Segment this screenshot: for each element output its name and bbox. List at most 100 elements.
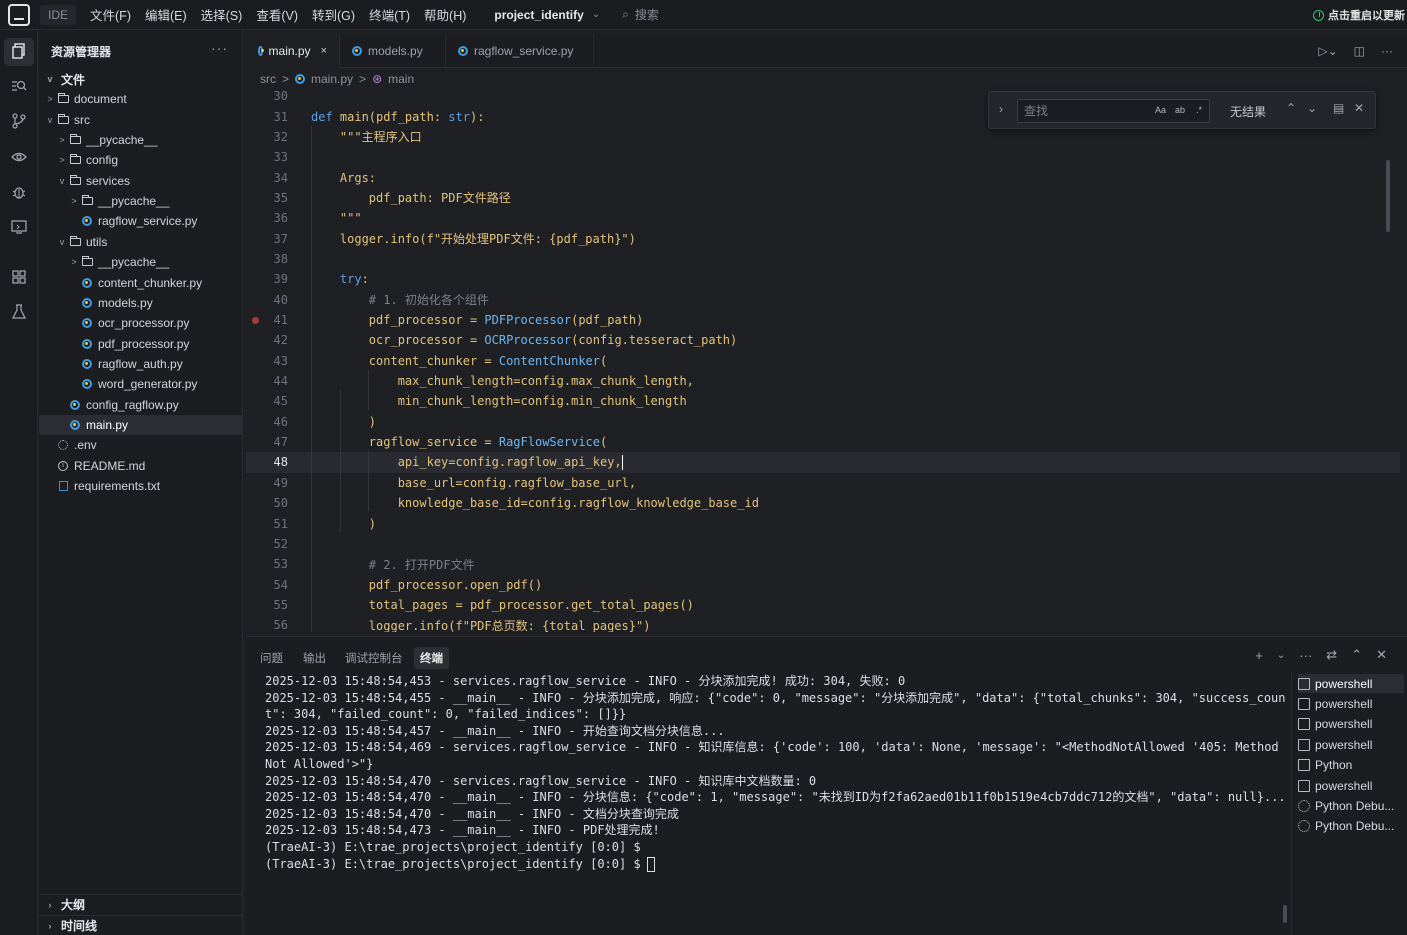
code-line[interactable]: 32 """主程序入口 [246,127,1400,147]
source-control-icon[interactable] [9,111,29,131]
code-line[interactable]: 38 [246,249,1400,269]
menu-terminal[interactable]: 终端(T) [369,5,410,24]
tab-terminal[interactable]: 终端 [414,647,449,669]
chevron-right-icon[interactable]: › [999,102,1003,116]
close-icon[interactable]: ✕ [1376,647,1387,663]
code-line[interactable]: 35 pdf_path: PDF文件路径 [246,188,1400,208]
code-line[interactable]: 54 pdf_processor.open_pdf() [246,574,1400,594]
code-line[interactable]: 50 knowledge_base_id=config.ragflow_know… [246,493,1400,513]
terminal-instance[interactable]: Python Debu... [1298,796,1404,815]
code-line[interactable]: 40 # 1. 初始化各个组件 [246,290,1400,310]
terminal-instance[interactable]: Python [1298,756,1404,775]
maximize-panel-icon[interactable]: ⌃ [1351,647,1362,663]
section-files[interactable]: v 文件 [39,69,242,89]
folder-item[interactable]: > __pycache__ [39,252,242,272]
menu-go[interactable]: 转到(G) [312,5,355,24]
project-switcher[interactable]: project_identify [494,8,583,22]
menu-help[interactable]: 帮助(H) [424,5,466,24]
folder-item[interactable]: > __pycache__ [39,130,242,150]
file-item[interactable]: config_ragflow.py [39,395,242,415]
previous-match-icon[interactable]: ⌃ [1286,101,1296,115]
code-line[interactable]: 49 base_url=config.ragflow_base_url, [246,473,1400,493]
match-case-toggle[interactable]: Aa [1155,105,1166,115]
testing-flask-icon[interactable] [9,302,29,322]
terminal-instance[interactable]: powershell [1298,674,1404,693]
code-line[interactable]: 51 ) [246,513,1400,533]
restart-update-button[interactable]: 点击重启以更新 [1313,7,1405,23]
terminal-instance[interactable]: powershell [1298,735,1404,754]
breakpoint-icon[interactable] [252,316,259,324]
code-line[interactable]: 47 ragflow_service = RagFlowService( [246,432,1400,452]
folder-item[interactable]: v services [39,171,242,191]
file-item[interactable]: word_generator.py [39,374,242,394]
file-item[interactable]: main.py [39,414,242,435]
global-search[interactable]: ⌕ 搜索 [622,6,659,23]
folder-item[interactable]: v utils [39,232,242,252]
terminal-scrollbar[interactable] [1283,905,1287,923]
code-line[interactable]: 42 ocr_processor = OCRProcessor(config.t… [246,330,1400,350]
tab-main-py[interactable]: main.py × [246,34,340,68]
file-item[interactable]: content_chunker.py [39,273,242,293]
ide-mode-label[interactable]: IDE [40,4,77,25]
breadcrumb-src[interactable]: src [260,72,276,86]
code-line[interactable]: 39 try: [246,269,1400,289]
file-item[interactable]: i README.md [39,456,242,476]
file-item[interactable]: pdf_processor.py [39,334,242,354]
split-editor-icon[interactable]: ◫ [1354,44,1365,58]
folder-item[interactable]: > __pycache__ [39,191,242,211]
run-icon[interactable]: ▷⌄ [1318,44,1337,58]
remote-monitor-icon[interactable] [9,217,29,237]
explorer-icon[interactable] [9,41,29,61]
new-terminal-icon[interactable]: + [1255,648,1263,663]
file-item[interactable]: requirements.txt [39,476,242,496]
code-line[interactable]: 56 logger.info(f"PDF总页数: {total_pages}") [246,615,1400,632]
code-line[interactable]: 37 logger.info(f"开始处理PDF文件: {pdf_path}") [246,228,1400,248]
timeline-section[interactable]: › 时间线 [39,915,242,935]
extensions-icon[interactable] [9,267,29,287]
terminal-instance[interactable]: powershell [1298,715,1404,734]
terminal-instance[interactable]: Python Debu... [1298,817,1404,836]
panel-settings-icon[interactable]: ⇄ [1326,647,1337,663]
file-item[interactable]: models.py [39,293,242,313]
code-line[interactable]: 55 total_pages = pdf_processor.get_total… [246,595,1400,615]
more-actions-icon[interactable]: ··· [1299,648,1312,663]
close-icon[interactable]: ✕ [1354,101,1364,115]
tab-debug-console[interactable]: 调试控制台 [339,647,409,669]
close-icon[interactable]: × [321,45,327,57]
debug-bug-icon[interactable] [9,182,29,202]
folder-item[interactable]: > document [39,89,242,109]
folder-item[interactable]: v src [39,110,242,130]
chevron-down-icon[interactable]: ⌄ [592,9,600,20]
tab-ragflow-service-py[interactable]: ragflow_service.py [446,34,594,68]
breadcrumb-file[interactable]: main.py [311,72,353,86]
regex-toggle[interactable]: .* [1196,105,1202,115]
find-in-selection-icon[interactable]: ▤ [1333,101,1344,115]
outline-section[interactable]: › 大纲 [39,894,242,914]
menu-edit[interactable]: 编辑(E) [145,5,187,24]
folder-item[interactable]: > config [39,150,242,170]
code-line[interactable]: 41 pdf_processor = PDFProcessor(pdf_path… [246,310,1400,330]
search-icon[interactable] [9,76,29,96]
more-actions-icon[interactable]: ··· [211,40,228,56]
code-line[interactable]: 52 [246,534,1400,554]
whole-word-toggle[interactable]: ab [1175,105,1185,115]
code-line[interactable]: 53 # 2. 打开PDF文件 [246,554,1400,574]
tab-output[interactable]: 输出 [297,647,332,669]
code-line[interactable]: 36 """ [246,208,1400,228]
menu-view[interactable]: 查看(V) [256,5,298,24]
code-line[interactable]: 48 api_key=config.ragflow_api_key, [246,452,1400,473]
code-line[interactable]: 43 content_chunker = ContentChunker( [246,351,1400,371]
next-match-icon[interactable]: ⌄ [1307,101,1317,115]
app-logo-icon[interactable] [8,3,30,26]
menu-selection[interactable]: 选择(S) [201,5,243,24]
terminal-output[interactable]: 2025-12-03 15:48:54,453 - services.ragfl… [265,673,1287,872]
more-actions-icon[interactable]: ··· [1381,44,1393,58]
terminal-instance[interactable]: powershell [1298,776,1404,795]
file-item[interactable]: ragflow_auth.py [39,354,242,374]
code-line[interactable]: 33 [246,147,1400,167]
code-editor[interactable]: 30 31 def main(pdf_path: str): 32 """主程序入口 3… [246,86,1400,632]
file-item[interactable]: ocr_processor.py [39,313,242,333]
tab-problems[interactable]: 问题 [254,647,289,669]
file-item[interactable]: ragflow_service.py [39,211,242,231]
tab-models-py[interactable]: models.py [340,34,446,68]
